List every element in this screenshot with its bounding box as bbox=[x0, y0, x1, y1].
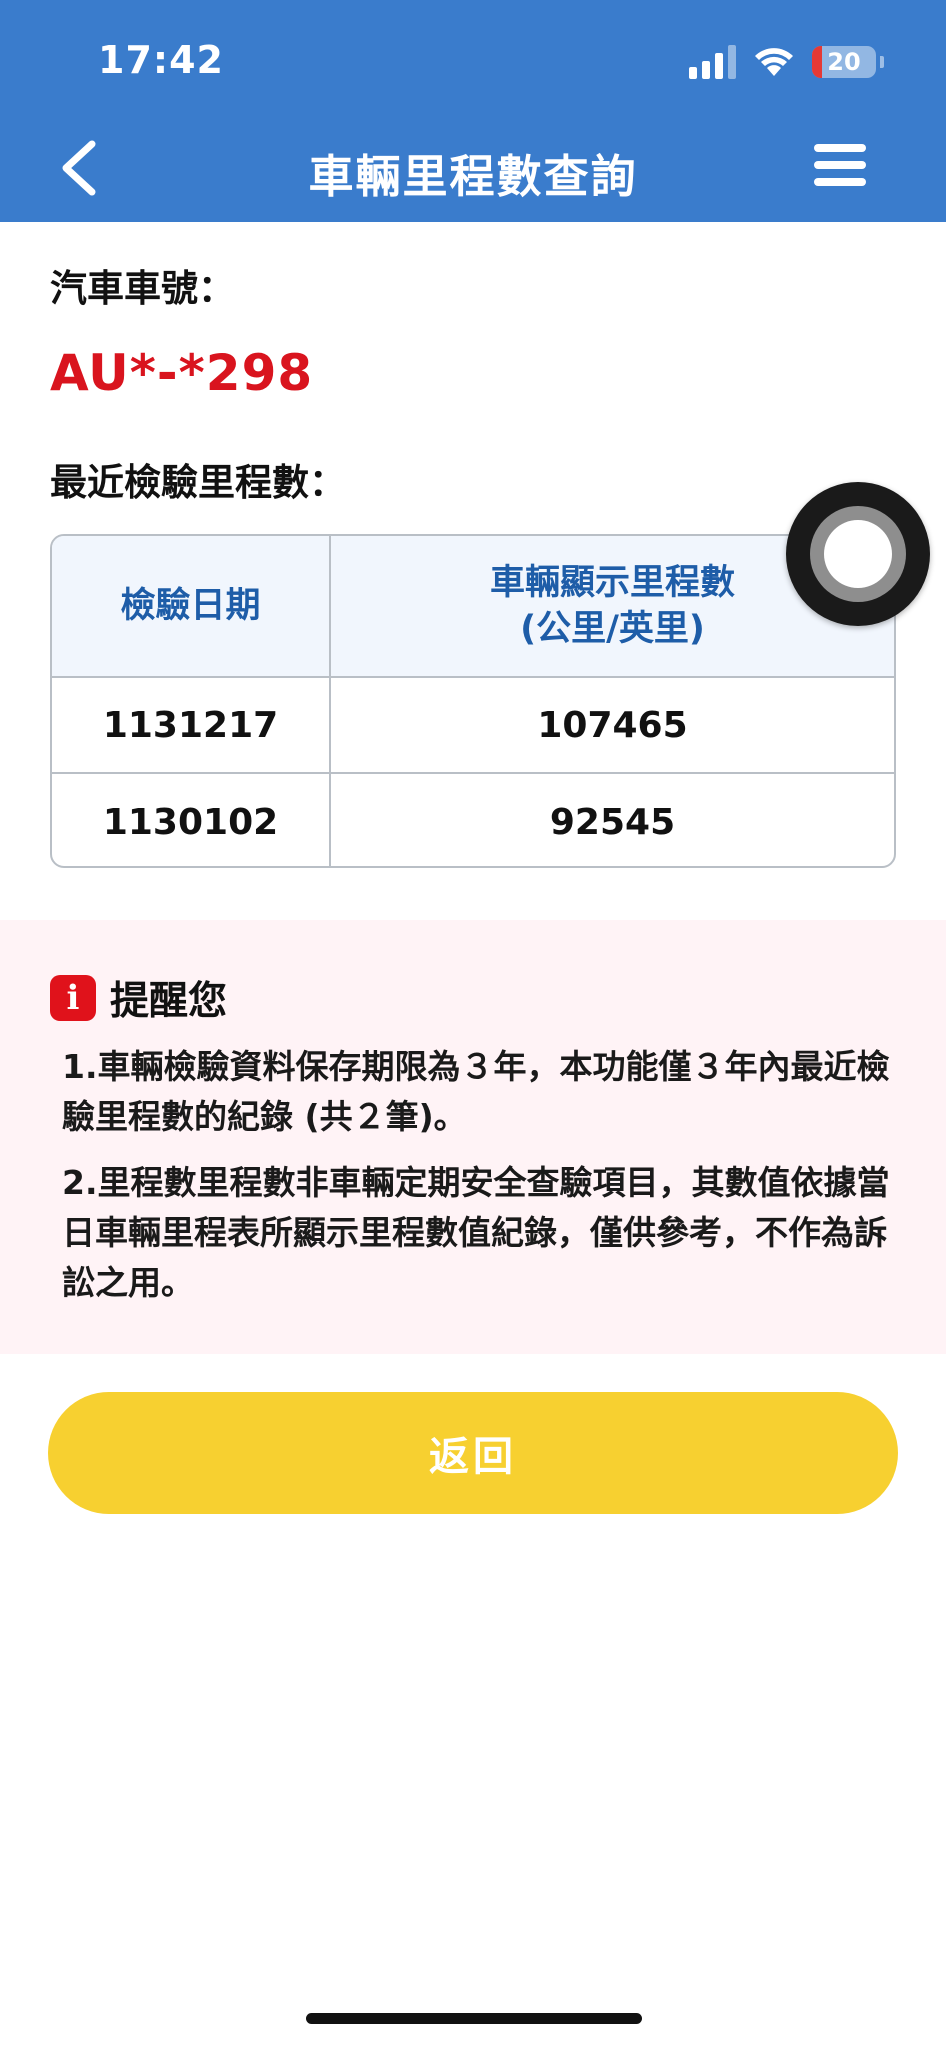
status-time: 17:42 bbox=[98, 38, 224, 82]
column-header-mileage-line2: (公里/英里) bbox=[520, 609, 705, 649]
info-icon: i bbox=[50, 975, 96, 1021]
signal-icon bbox=[689, 45, 736, 79]
page-title: 車輛里程數查詢 bbox=[308, 150, 638, 203]
app-header: 17:42 20 車輛里程數查詢 bbox=[0, 0, 946, 222]
reminder-heading: i 提醒您 bbox=[50, 970, 227, 1026]
home-indicator[interactable] bbox=[306, 2013, 642, 2024]
wifi-icon bbox=[755, 48, 793, 76]
hamburger-menu-icon[interactable] bbox=[814, 144, 866, 188]
assistive-touch-button[interactable] bbox=[786, 482, 930, 626]
battery-icon: 20 bbox=[812, 46, 876, 78]
row-mileage: 92545 bbox=[549, 801, 676, 843]
plate-number: AU*-*298 bbox=[50, 344, 314, 402]
reminder-note-1: 1.車輛檢驗資料保存期限為３年，本功能僅３年內最近檢驗里程數的紀錄 (共２筆)。 bbox=[62, 1047, 890, 1136]
row-date: 1131217 bbox=[52, 678, 331, 772]
table-header: 檢驗日期 車輛顯示里程數 (公里/英里) bbox=[52, 536, 894, 678]
plate-label: 汽車車號： bbox=[50, 267, 235, 310]
reminder-panel: i 提醒您 1.車輛檢驗資料保存期限為３年，本功能僅３年內最近檢驗里程數的紀錄 … bbox=[0, 920, 946, 1354]
table-row: 1130102 92545 bbox=[52, 774, 894, 866]
column-header-mileage-line1: 車輛顯示里程數 bbox=[489, 563, 735, 603]
battery-level: 20 bbox=[827, 48, 861, 76]
back-button[interactable]: 返回 bbox=[48, 1392, 898, 1514]
table-row: 1131217 107465 bbox=[52, 678, 894, 774]
row-date: 1130102 bbox=[52, 774, 331, 866]
row-mileage: 107465 bbox=[537, 704, 688, 746]
mileage-table: 檢驗日期 車輛顯示里程數 (公里/英里) 1131217 107465 1130… bbox=[50, 534, 896, 868]
status-indicators: 20 bbox=[689, 40, 884, 84]
column-header-date: 檢驗日期 bbox=[52, 536, 331, 676]
reminder-note-2: 2.里程數里程數非車輛定期安全查驗項目，其數值依據當日車輛里程表所顯示里程數值紀… bbox=[62, 1163, 890, 1302]
reminder-title: 提醒您 bbox=[110, 979, 228, 1024]
mileage-section-label: 最近檢驗里程數： bbox=[50, 461, 346, 504]
